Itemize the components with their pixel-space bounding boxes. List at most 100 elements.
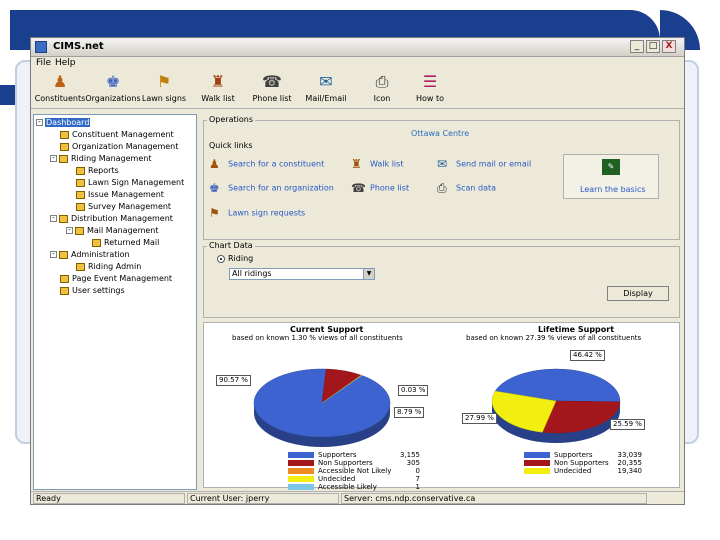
collapse-icon[interactable]: - <box>50 155 57 162</box>
toolbar-label: Icon <box>373 94 391 103</box>
tree-item-mail-management[interactable]: - Mail Management <box>66 226 159 235</box>
folder-icon <box>59 250 68 259</box>
toolbar-label: Phone list <box>252 94 292 103</box>
lawn-sign-icon: ⚑ <box>156 72 172 91</box>
mail-icon: ✉ <box>319 72 333 91</box>
tree-item-user-settings[interactable]: User settings <box>60 286 125 295</box>
person-icon: ♟ <box>209 157 220 171</box>
toolbar-phone-list-button[interactable]: ☎ Phone list <box>243 72 301 106</box>
menu-help[interactable]: Help <box>55 58 76 68</box>
tree-item-riding-admin[interactable]: Riding Admin <box>76 262 141 271</box>
lifetime-undecided-callout: 25.59 % <box>610 419 645 430</box>
toolbar-mail-email-button[interactable]: ✉ Mail/Email <box>297 72 355 106</box>
send-mail-link[interactable]: ✉ Send mail or email <box>437 157 531 171</box>
current-accessible-callout: 0.03 % <box>398 385 429 396</box>
folder-icon <box>59 214 68 223</box>
menu-file[interactable]: File <box>36 58 51 68</box>
walk-list-link[interactable]: ♜ Walk list <box>351 157 403 171</box>
legend-row: Undecided 19,340 <box>524 467 642 475</box>
toolbar-organizations-button[interactable]: ♚ Organizations <box>84 72 142 106</box>
current-supporters-callout: 90.57 % <box>216 375 251 386</box>
folder-icon <box>60 286 69 295</box>
folder-icon <box>60 274 69 283</box>
collapse-icon[interactable]: - <box>50 215 57 222</box>
walk-list-icon: ♜ <box>351 157 362 171</box>
folder-icon <box>59 154 68 163</box>
legend-swatch <box>288 460 314 466</box>
collapse-icon[interactable]: - <box>36 119 43 126</box>
tree-item-page-event-management[interactable]: Page Event Management <box>60 274 172 283</box>
tree-item-reports[interactable]: Reports <box>76 166 119 175</box>
folder-icon <box>75 226 84 235</box>
tree-item-issue-management[interactable]: Issue Management <box>76 190 164 199</box>
tree-item-constituent-management[interactable]: Constituent Management <box>60 130 174 139</box>
search-organization-link[interactable]: ♚ Search for an organization <box>209 181 334 195</box>
legend-swatch <box>524 460 550 466</box>
tree-item-administration[interactable]: - Administration <box>50 250 130 259</box>
current-non-supporters-callout: 8.79 % <box>394 407 425 418</box>
toolbar-constituents-button[interactable]: ♟ Constituents <box>31 72 89 106</box>
chalkboard-icon: ✎ <box>602 159 620 175</box>
display-button[interactable]: Display <box>607 286 669 301</box>
legend-swatch <box>524 468 550 474</box>
legend-row: Accessible Not Likely 0 <box>288 467 420 475</box>
status-server: Server: cms.ndp.conservative.ca <box>341 493 647 504</box>
tree-item-riding-management[interactable]: - Riding Management <box>50 154 151 163</box>
status-user: Current User: jperry <box>187 493 339 504</box>
tree-item-returned-mail[interactable]: Returned Mail <box>92 238 159 247</box>
phone-list-link[interactable]: ☎ Phone list <box>351 181 409 195</box>
legend-row: Non Supporters 305 <box>288 459 420 467</box>
maximize-button[interactable]: □ <box>646 40 660 53</box>
window-title: CIMS.net <box>53 41 104 52</box>
lifetime-supporters-callout: 46.42 % <box>570 350 605 361</box>
quick-links-label: Quick links <box>207 141 255 150</box>
tree-item-survey-management[interactable]: Survey Management <box>76 202 171 211</box>
current-support-legend: Supporters 3,155 Non Supporters 305 Access… <box>288 451 420 491</box>
search-constituent-link[interactable]: ♟ Search for a constituent <box>209 157 324 171</box>
radio-dot-icon <box>217 254 225 263</box>
status-ready: Ready <box>33 493 185 504</box>
legend-row: Accessible Likely 1 <box>288 483 420 491</box>
legend-swatch <box>288 476 314 482</box>
riding-name: Ottawa Centre <box>411 129 470 138</box>
toolbar-label: Lawn signs <box>141 94 187 103</box>
toolbar-label: Mail/Email <box>305 94 347 103</box>
toolbar-label: Organizations <box>85 94 141 103</box>
scan-data-link[interactable]: ⎙ Scan data <box>437 181 496 195</box>
toolbar-lawn-signs-button[interactable]: ⚑ Lawn signs <box>135 72 193 106</box>
tree-item-lawn-sign-management[interactable]: Lawn Sign Management <box>76 178 184 187</box>
toolbar-walk-list-button[interactable]: ♜ Walk list <box>189 72 247 106</box>
book-icon: ☰ <box>422 72 438 91</box>
tree-item-organization-management[interactable]: Organization Management <box>60 142 178 151</box>
close-button[interactable]: X <box>662 40 676 53</box>
phone-list-icon: ☎ <box>351 181 366 195</box>
tree-item-dashboard[interactable]: - Dashboard <box>36 118 91 127</box>
chart-data-label: Chart Data <box>207 241 255 250</box>
toolbar-how-to-button[interactable]: ☰ How to <box>401 72 459 106</box>
tree-item-distribution-management[interactable]: - Distribution Management <box>50 214 173 223</box>
legend-swatch <box>288 468 314 474</box>
app-icon <box>35 41 47 53</box>
scanner-icon: ⎙ <box>437 181 447 195</box>
learn-basics-panel[interactable]: ✎ Learn the basics <box>563 154 659 199</box>
legend-swatch <box>524 452 550 458</box>
learn-basics-link[interactable]: Learn the basics <box>580 185 646 194</box>
collapse-icon[interactable]: - <box>66 227 73 234</box>
dashboard-panel: Operations Ottawa Centre Quick links ♟ Se… <box>201 114 682 491</box>
lifetime-support-pie <box>491 368 621 443</box>
organization-icon: ♚ <box>105 72 121 91</box>
lifetime-non-supporters-callout: 27.99 % <box>462 413 497 424</box>
title-bar[interactable]: CIMS.net _ □ X <box>31 38 684 57</box>
chart-data-group <box>203 246 680 318</box>
operations-label: Operations <box>207 115 255 124</box>
collapse-icon[interactable]: - <box>50 251 57 258</box>
minimize-button[interactable]: _ <box>630 40 644 53</box>
folder-icon <box>76 202 85 211</box>
legend-swatch <box>288 484 314 490</box>
toolbar: ♟ Constituents ♚ Organizations ⚑ Lawn si… <box>31 70 684 109</box>
menu-bar: File Help <box>31 57 684 70</box>
riding-select[interactable]: All ridings ▼ <box>229 268 375 280</box>
toolbar-label: Walk list <box>201 94 235 103</box>
riding-radio[interactable]: Riding <box>217 254 253 263</box>
lawn-sign-requests-link[interactable]: ⚑ Lawn sign requests <box>209 206 305 220</box>
